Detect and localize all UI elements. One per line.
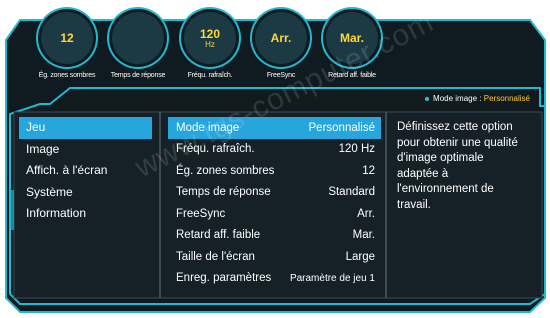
menu-item-osd[interactable]: Affich. à l'écran <box>19 160 152 182</box>
setting-name: Taille de l'écran <box>176 250 255 263</box>
osd-screen: 12 120 Hz Arr. Mar. Ég. zones sombres Te… <box>0 0 550 318</box>
setting-name: Enreg. paramètres <box>176 272 272 285</box>
setting-row-response-time[interactable]: Temps de réponse Standard <box>168 182 381 204</box>
setting-name: Temps de réponse <box>176 186 271 199</box>
setting-row-dark-zones[interactable]: Ég. zones sombres 12 <box>168 160 381 182</box>
setting-value: 12 <box>362 164 375 177</box>
menu-item-system[interactable]: Système <box>19 182 152 204</box>
setting-row-freesync[interactable]: FreeSync Arr. <box>168 203 381 225</box>
setting-value: Large <box>345 250 375 263</box>
menu-item-information[interactable]: Information <box>19 203 152 225</box>
setting-value: Personnalisé <box>308 121 375 134</box>
mode-label: Mode image : <box>433 94 482 103</box>
main-menu: Jeu Image Affich. à l'écran Système Info… <box>19 117 152 225</box>
setting-name: Ég. zones sombres <box>176 164 275 177</box>
setting-name: FreeSync <box>176 207 226 220</box>
bullet-icon <box>425 96 430 101</box>
dial-value: 120 <box>199 26 221 41</box>
setting-row-low-latency[interactable]: Retard aff. faible Mar. <box>168 225 381 247</box>
setting-value: Paramètre de jeu 1 <box>289 272 375 284</box>
setting-value: Standard <box>328 186 375 199</box>
dial-refresh-rate: 120 Hz <box>184 12 236 64</box>
side-scrollbar <box>10 190 14 230</box>
dial-value: 12 <box>60 31 74 45</box>
setting-row-screen-size[interactable]: Taille de l'écran Large <box>168 246 381 268</box>
mode-value: Personnalisé <box>483 94 530 103</box>
dial-dark-zones: 12 <box>41 12 93 64</box>
setting-value: Mar. <box>352 229 375 242</box>
dial-response-time <box>112 12 164 64</box>
dial-freesync: Arr. <box>255 12 307 64</box>
menu-item-game[interactable]: Jeu <box>19 117 152 139</box>
picture-mode-indicator: Mode image : Personnalisé <box>425 94 530 103</box>
setting-value: 120 Hz <box>338 143 375 156</box>
setting-description: Définissez cette option pour obtenir une… <box>397 121 518 211</box>
setting-value: Arr. <box>357 207 375 220</box>
dial-unit: Hz <box>205 39 215 49</box>
dial-value: Arr. <box>270 31 292 45</box>
setting-name: Retard aff. faible <box>176 229 261 242</box>
setting-row-save-settings[interactable]: Enreg. paramètres Paramètre de jeu 1 <box>168 268 381 290</box>
